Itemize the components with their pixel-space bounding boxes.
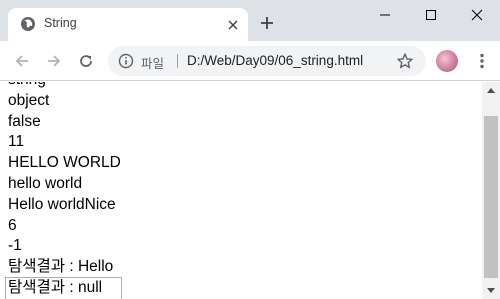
scroll-up-arrow-icon[interactable] [482, 82, 500, 98]
forward-arrow-icon[interactable] [44, 51, 64, 71]
output-line: object [8, 91, 50, 109]
output-line: 11 [8, 133, 25, 151]
output-line: string [8, 82, 121, 91]
output-line-focused: 탐색결과 : null [5, 276, 122, 299]
scheme-label: 파일 [141, 56, 165, 71]
page-content: string object false 11 HELLO WORLD hello… [0, 82, 482, 299]
tab-title: String [44, 16, 77, 30]
maximize-icon[interactable] [408, 0, 454, 30]
title-bar: String [0, 0, 500, 41]
minimize-icon[interactable] [362, 0, 408, 30]
url-text[interactable]: D:/Web/Day09/06_string.html [187, 53, 363, 68]
output-line: HELLO WORLD [8, 154, 121, 172]
close-tab-icon[interactable] [226, 18, 240, 32]
output-line: 6 [8, 216, 17, 234]
vertical-scrollbar[interactable] [482, 82, 500, 299]
output-list: string object false 11 HELLO WORLD hello… [5, 82, 122, 299]
window-close-icon[interactable] [454, 0, 500, 30]
output-line: 탐색결과 : Hello [8, 258, 114, 276]
address-bar[interactable]: 파일 D:/Web/Day09/06_string.html [108, 46, 426, 76]
new-tab-icon[interactable] [259, 15, 275, 31]
browser-toolbar: 파일 D:/Web/Day09/06_string.html [0, 41, 500, 81]
info-icon[interactable] [118, 53, 134, 69]
profile-avatar[interactable] [436, 50, 458, 72]
globe-icon [21, 17, 35, 31]
scroll-down-arrow-icon[interactable] [482, 283, 500, 299]
output-line: -1 [8, 237, 22, 255]
omnibox-divider [177, 54, 178, 68]
tab-active[interactable]: String [8, 8, 248, 41]
output-line: false [8, 112, 41, 130]
back-arrow-icon[interactable] [12, 51, 32, 71]
bookmark-star-icon[interactable] [396, 52, 414, 70]
kebab-menu-icon[interactable] [472, 51, 492, 71]
scrollbar-thumb[interactable] [484, 116, 498, 278]
output-line: Hello worldNice [8, 195, 116, 213]
output-line: hello world [8, 174, 83, 192]
reload-icon[interactable] [76, 51, 96, 71]
